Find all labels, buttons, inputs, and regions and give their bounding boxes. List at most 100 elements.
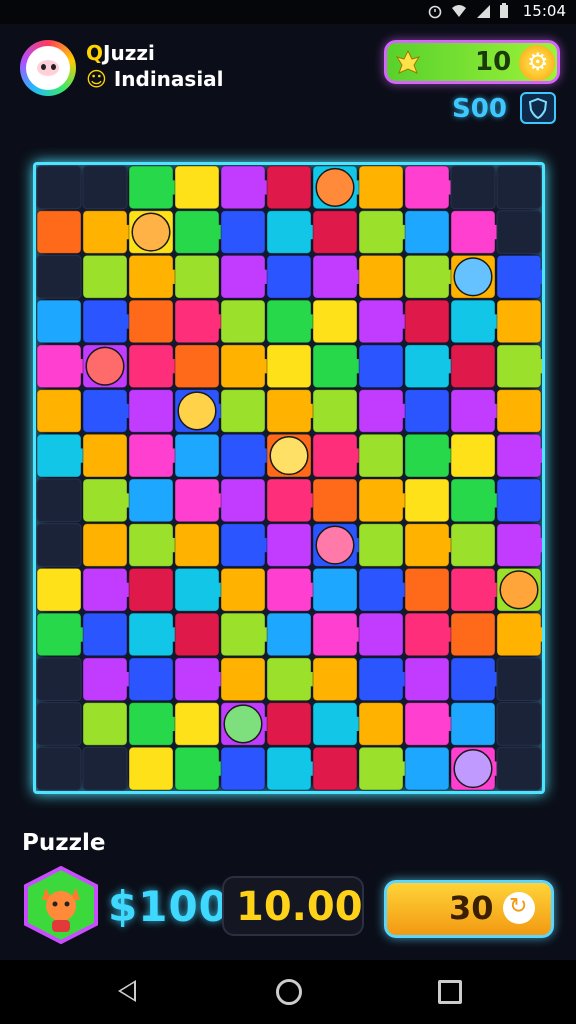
- puzzle-piece[interactable]: [128, 612, 174, 657]
- puzzle-piece[interactable]: [220, 299, 266, 344]
- puzzle-piece[interactable]: [404, 746, 450, 791]
- puzzle-piece[interactable]: [266, 299, 312, 344]
- puzzle-piece[interactable]: [312, 254, 358, 299]
- puzzle-piece[interactable]: [36, 389, 82, 433]
- puzzle-piece[interactable]: [128, 523, 174, 567]
- puzzle-piece[interactable]: [496, 389, 542, 433]
- character-badge[interactable]: [22, 865, 100, 945]
- puzzle-piece[interactable]: [266, 567, 312, 612]
- puzzle-piece[interactable]: [450, 210, 496, 254]
- puzzle-piece[interactable]: [82, 210, 128, 254]
- puzzle-piece[interactable]: [266, 657, 312, 702]
- character-token-icon[interactable]: [269, 436, 309, 476]
- puzzle-piece[interactable]: [312, 344, 358, 389]
- puzzle-piece[interactable]: [266, 210, 312, 254]
- character-token-icon[interactable]: [315, 167, 355, 207]
- empty-slot[interactable]: [36, 478, 82, 523]
- puzzle-piece[interactable]: [82, 299, 128, 344]
- puzzle-piece[interactable]: [496, 478, 542, 523]
- puzzle-piece[interactable]: [220, 210, 266, 254]
- puzzle-piece[interactable]: [450, 567, 496, 612]
- puzzle-piece[interactable]: [312, 433, 358, 478]
- puzzle-piece[interactable]: [266, 389, 312, 433]
- puzzle-piece[interactable]: [128, 299, 174, 344]
- puzzle-piece[interactable]: [128, 567, 174, 612]
- empty-slot[interactable]: [450, 165, 496, 210]
- puzzle-piece[interactable]: [358, 478, 404, 523]
- puzzle-piece[interactable]: [128, 478, 174, 523]
- puzzle-piece[interactable]: [358, 612, 404, 657]
- puzzle-piece[interactable]: [128, 344, 174, 389]
- puzzle-piece[interactable]: [266, 612, 312, 657]
- empty-slot[interactable]: [496, 657, 542, 702]
- puzzle-piece[interactable]: [36, 210, 82, 254]
- puzzle-piece[interactable]: [220, 254, 266, 299]
- puzzle-piece[interactable]: [82, 254, 128, 299]
- puzzle-piece[interactable]: [128, 254, 174, 299]
- puzzle-piece[interactable]: [450, 612, 496, 657]
- puzzle-piece[interactable]: [404, 478, 450, 523]
- puzzle-piece[interactable]: [174, 254, 220, 299]
- empty-slot[interactable]: [82, 165, 128, 210]
- puzzle-piece[interactable]: [220, 746, 266, 791]
- puzzle-piece[interactable]: [266, 344, 312, 389]
- puzzle-piece[interactable]: [174, 523, 220, 567]
- puzzle-piece[interactable]: [266, 165, 312, 210]
- puzzle-piece[interactable]: [220, 657, 266, 702]
- puzzle-piece[interactable]: [312, 478, 358, 523]
- puzzle-piece[interactable]: [82, 478, 128, 523]
- puzzle-piece[interactable]: [174, 702, 220, 746]
- puzzle-piece[interactable]: [404, 433, 450, 478]
- puzzle-piece[interactable]: [312, 210, 358, 254]
- puzzle-piece[interactable]: [450, 389, 496, 433]
- puzzle-piece[interactable]: [174, 299, 220, 344]
- puzzle-board[interactable]: [33, 162, 545, 794]
- character-token-icon[interactable]: [499, 570, 539, 610]
- hint-button[interactable]: 30 ↻: [384, 880, 554, 938]
- empty-slot[interactable]: [82, 746, 128, 791]
- puzzle-piece[interactable]: [312, 702, 358, 746]
- puzzle-piece[interactable]: [36, 433, 82, 478]
- character-token-icon[interactable]: [453, 749, 493, 789]
- puzzle-piece[interactable]: [496, 299, 542, 344]
- puzzle-piece[interactable]: [174, 210, 220, 254]
- character-token-icon[interactable]: [177, 391, 217, 431]
- puzzle-piece[interactable]: [174, 657, 220, 702]
- puzzle-piece[interactable]: [220, 389, 266, 433]
- puzzle-piece[interactable]: [358, 254, 404, 299]
- empty-slot[interactable]: [496, 702, 542, 746]
- puzzle-piece[interactable]: [82, 612, 128, 657]
- puzzle-piece[interactable]: [174, 344, 220, 389]
- puzzle-piece[interactable]: [450, 657, 496, 702]
- puzzle-piece[interactable]: [266, 746, 312, 791]
- puzzle-piece[interactable]: [220, 344, 266, 389]
- puzzle-piece[interactable]: [358, 657, 404, 702]
- puzzle-piece[interactable]: [174, 567, 220, 612]
- puzzle-piece[interactable]: [36, 612, 82, 657]
- puzzle-piece[interactable]: [82, 702, 128, 746]
- puzzle-piece[interactable]: [220, 165, 266, 210]
- puzzle-piece[interactable]: [450, 344, 496, 389]
- puzzle-piece[interactable]: [450, 433, 496, 478]
- empty-slot[interactable]: [496, 210, 542, 254]
- puzzle-piece[interactable]: [358, 567, 404, 612]
- puzzle-piece[interactable]: [404, 389, 450, 433]
- empty-slot[interactable]: [496, 165, 542, 210]
- puzzle-piece[interactable]: [36, 567, 82, 612]
- puzzle-piece[interactable]: [36, 344, 82, 389]
- empty-slot[interactable]: [496, 746, 542, 791]
- empty-slot[interactable]: [36, 702, 82, 746]
- character-token-icon[interactable]: [85, 346, 125, 386]
- puzzle-piece[interactable]: [358, 210, 404, 254]
- puzzle-piece[interactable]: [174, 433, 220, 478]
- puzzle-piece[interactable]: [358, 523, 404, 567]
- puzzle-piece[interactable]: [128, 746, 174, 791]
- puzzle-piece[interactable]: [128, 389, 174, 433]
- empty-slot[interactable]: [36, 165, 82, 210]
- puzzle-piece[interactable]: [404, 344, 450, 389]
- puzzle-piece[interactable]: [404, 210, 450, 254]
- puzzle-piece[interactable]: [404, 254, 450, 299]
- puzzle-piece[interactable]: [82, 567, 128, 612]
- puzzle-piece[interactable]: [128, 657, 174, 702]
- puzzle-piece[interactable]: [220, 567, 266, 612]
